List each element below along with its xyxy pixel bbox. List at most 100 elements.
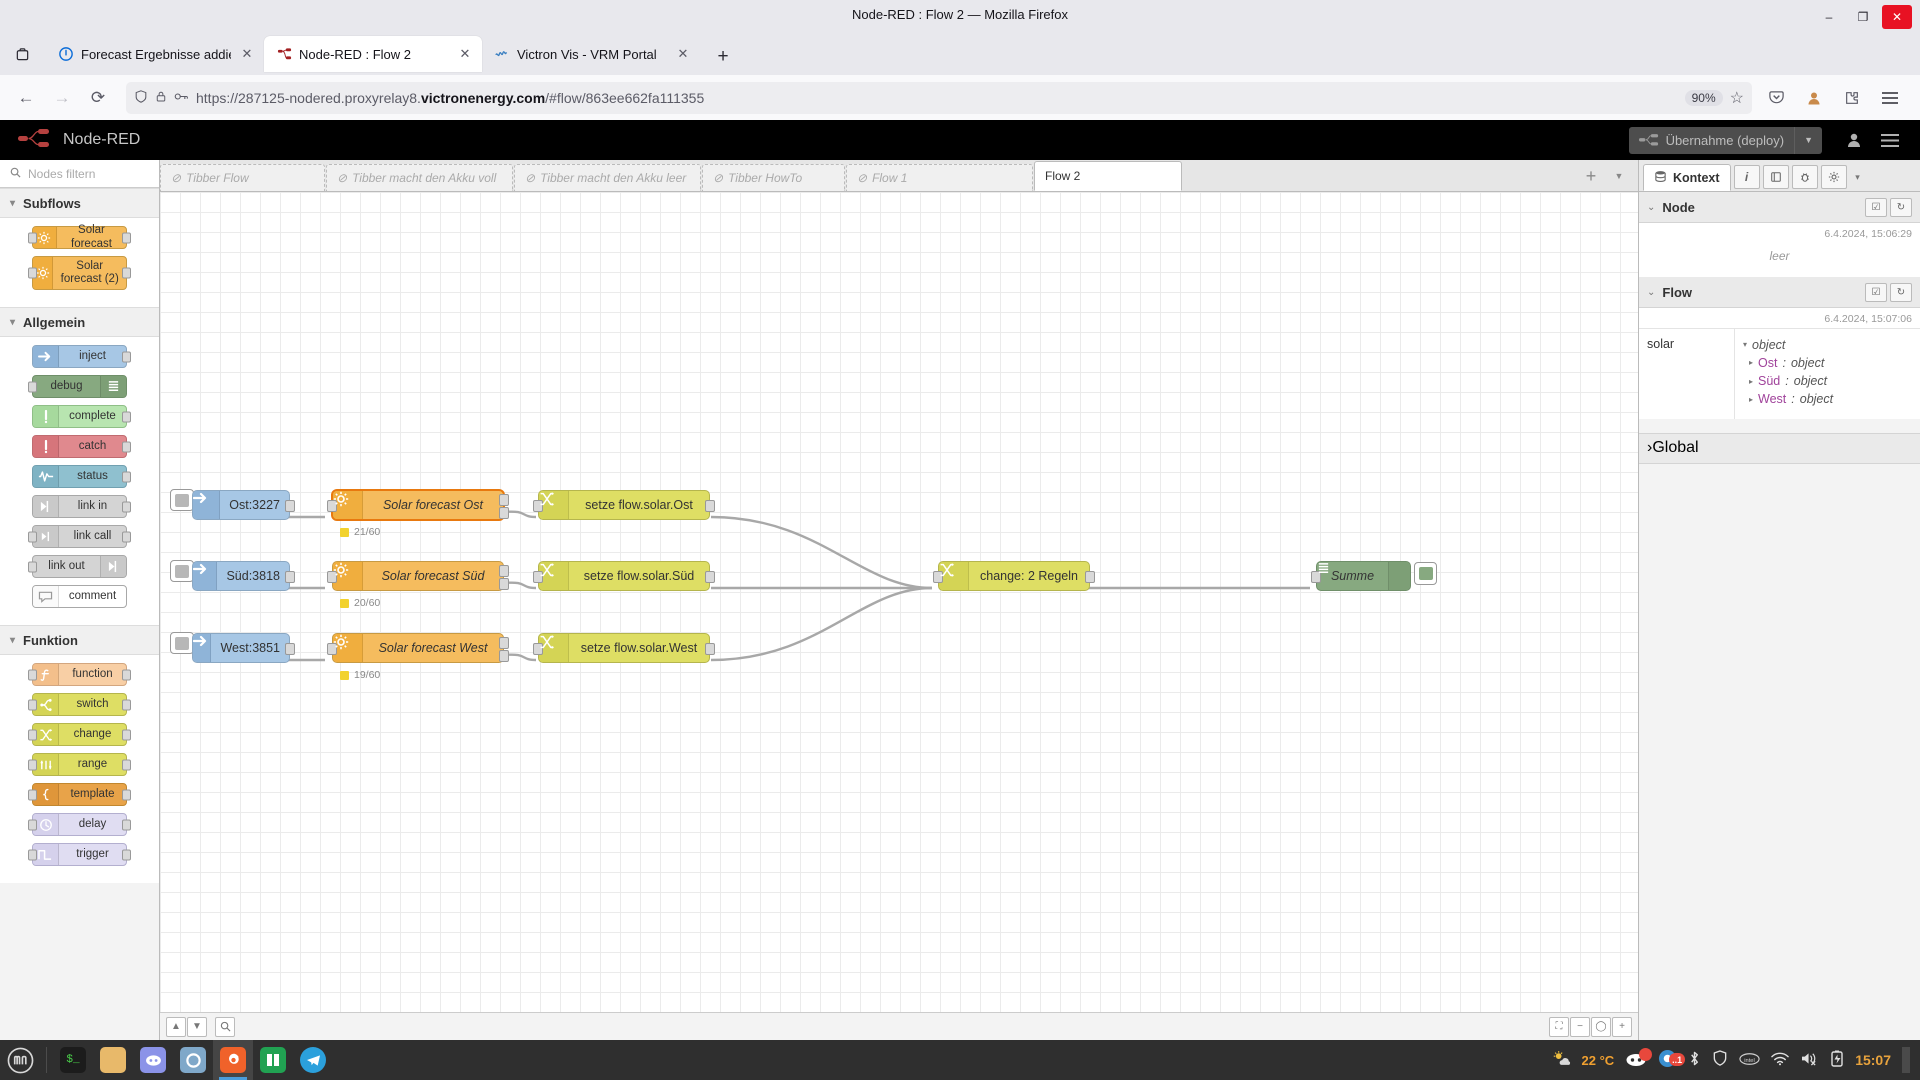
node-solar-forecast-ost[interactable]: Solar forecast Ost <box>327 490 509 520</box>
node-output-port[interactable] <box>285 500 295 512</box>
sidebar-more-caret-icon[interactable]: ▾ <box>1847 165 1869 189</box>
account-icon[interactable] <box>1798 82 1830 114</box>
close-tab-icon[interactable]: ✕ <box>238 45 256 63</box>
node-input-port[interactable] <box>28 849 37 860</box>
context-child-sued[interactable]: ▸ Süd: object <box>1743 372 1912 390</box>
palette-category-allgemein[interactable]: ▾ Allgemein <box>0 307 159 337</box>
node-output-port[interactable] <box>122 759 131 770</box>
flow-tab-akku-leer[interactable]: ⊘ Tibber macht den Akku leer <box>514 164 701 191</box>
node-input-port[interactable] <box>28 531 37 542</box>
node-output-port[interactable] <box>705 500 715 512</box>
notification-tray-icon[interactable]: ..1 <box>1658 1049 1686 1071</box>
node-input-port[interactable] <box>28 232 37 243</box>
node-output-port[interactable] <box>122 232 131 243</box>
node-input-port[interactable] <box>28 561 37 572</box>
triangle-right-icon[interactable]: ▸ <box>1749 376 1753 388</box>
palette-category-funktion[interactable]: ▾ Funktion <box>0 625 159 655</box>
config-gear-icon[interactable] <box>1820 165 1847 189</box>
node-output-port-1[interactable] <box>499 565 509 577</box>
node-output-port[interactable] <box>122 699 131 710</box>
node-input-port[interactable] <box>28 669 37 680</box>
palette-category-subflows[interactable]: ▾ Subflows <box>0 188 159 218</box>
taskbar-app-window-manager[interactable] <box>253 1040 293 1080</box>
intel-icon[interactable]: intel <box>1739 1052 1760 1069</box>
taskbar-app-firefox[interactable] <box>213 1040 253 1080</box>
palette-node-status[interactable]: status <box>32 465 131 488</box>
taskbar-app-discord[interactable] <box>133 1040 173 1080</box>
node-output-port-2[interactable] <box>499 578 509 590</box>
node-output-port[interactable] <box>122 441 131 452</box>
palette-node-solar-forecast[interactable]: Solar forecast <box>28 224 131 250</box>
zoom-level-badge[interactable]: 90% <box>1684 89 1723 106</box>
bluetooth-icon[interactable] <box>1688 1050 1701 1070</box>
clock-label[interactable]: 15:07 <box>1855 1052 1891 1068</box>
info-icon[interactable]: i <box>1733 165 1760 189</box>
linux-mint-menu-icon[interactable] <box>0 1040 40 1080</box>
node-input-port[interactable] <box>28 699 37 710</box>
palette-node-delay[interactable]: delay <box>28 813 131 836</box>
palette-node-change[interactable]: change <box>28 723 131 746</box>
flow-tab-flow-1[interactable]: ⊘ Flow 1 <box>846 164 1033 191</box>
debug-enable-toggle[interactable] <box>1414 562 1437 585</box>
node-output-port-2[interactable] <box>499 507 509 519</box>
close-window-button[interactable]: ✕ <box>1882 5 1912 29</box>
volume-muted-icon[interactable] <box>1800 1051 1819 1069</box>
list-all-tabs-icon[interactable] <box>10 42 34 66</box>
palette-node-comment[interactable]: comment <box>32 585 127 608</box>
palette-node-debug[interactable]: debug <box>28 375 127 398</box>
pocket-icon[interactable] <box>1760 82 1792 114</box>
node-input-port[interactable] <box>28 267 37 279</box>
shield-tracking-icon[interactable] <box>134 89 148 107</box>
extensions-icon[interactable] <box>1836 82 1868 114</box>
node-output-port-2[interactable] <box>499 650 509 662</box>
forward-button[interactable]: → <box>46 82 78 114</box>
node-output-port[interactable] <box>122 471 131 482</box>
flow-menu-caret-icon[interactable]: ▼ <box>1606 164 1632 188</box>
deploy-button[interactable]: Übernahme (deploy) ▼ <box>1628 126 1822 154</box>
palette-node-range[interactable]: range <box>28 753 131 776</box>
permissions-key-icon[interactable] <box>174 90 189 106</box>
shield-icon[interactable] <box>1712 1050 1728 1070</box>
url-bar[interactable]: https://287125-nodered.proxyrelay8.victr… <box>126 81 1752 114</box>
node-solar-forecast-sued[interactable]: Solar forecast Süd <box>327 561 509 591</box>
node-input-port[interactable] <box>28 381 37 392</box>
node-output-port[interactable] <box>122 669 131 680</box>
inject-trigger-button[interactable] <box>170 489 194 511</box>
browser-tab-2[interactable]: Victron Vis - VRM Portal ✕ <box>482 36 700 72</box>
browser-tab-0[interactable]: Forecast Ergebnisse addiere ✕ <box>46 36 264 72</box>
node-output-port[interactable] <box>122 729 131 740</box>
browser-tab-1[interactable]: Node-RED : Flow 2 ✕ <box>264 36 482 72</box>
refresh-icon[interactable]: ↻ <box>1890 197 1912 217</box>
palette-node-inject[interactable]: inject <box>32 345 131 368</box>
help-book-icon[interactable] <box>1762 165 1789 189</box>
node-input-port[interactable] <box>28 759 37 770</box>
add-flow-button[interactable]: + <box>1578 164 1604 188</box>
discord-tray-icon[interactable] <box>1625 1047 1653 1070</box>
palette-node-complete[interactable]: complete <box>32 405 131 428</box>
node-input-port[interactable] <box>28 729 37 740</box>
taskbar-app-telegram[interactable] <box>293 1040 333 1080</box>
close-tab-icon[interactable]: ✕ <box>674 45 692 63</box>
search-canvas-icon[interactable] <box>215 1016 235 1037</box>
triangle-right-icon[interactable]: ▸ <box>1749 357 1753 369</box>
select-icon[interactable]: ☑ <box>1865 197 1887 217</box>
refresh-icon[interactable]: ↻ <box>1890 282 1912 302</box>
debug-bug-icon[interactable] <box>1791 165 1818 189</box>
flow-tab-akku-voll[interactable]: ⊘ Tibber macht den Akku voll <box>326 164 513 191</box>
url-text[interactable]: https://287125-nodered.proxyrelay8.victr… <box>196 90 1678 106</box>
node-output-port[interactable] <box>122 789 131 800</box>
hamburger-menu-icon[interactable] <box>1872 120 1908 160</box>
zoom-in-icon[interactable]: + <box>1612 1016 1632 1037</box>
zoom-out-icon[interactable]: − <box>1570 1016 1590 1037</box>
back-button[interactable]: ← <box>10 82 42 114</box>
flow-tab-tibber-howto[interactable]: ⊘ Tibber HowTo <box>702 164 845 191</box>
deploy-dropdown-caret[interactable]: ▼ <box>1794 126 1822 154</box>
fit-to-view-icon[interactable]: ⛶ <box>1549 1016 1569 1037</box>
flow-canvas[interactable]: Ost:3227 Süd:3818 West:3851 Solar foreca… <box>160 192 1638 1012</box>
taskbar-app-terminal[interactable]: $_ <box>53 1040 93 1080</box>
triangle-right-icon[interactable]: ▸ <box>1749 394 1753 406</box>
new-tab-button[interactable]: + <box>708 42 738 72</box>
flow-tab-tibber-flow[interactable]: ⊘ Tibber Flow <box>160 164 325 191</box>
palette-node-link-call[interactable]: link call <box>28 525 131 548</box>
sidebar-tab-kontext[interactable]: Kontext <box>1643 164 1731 191</box>
